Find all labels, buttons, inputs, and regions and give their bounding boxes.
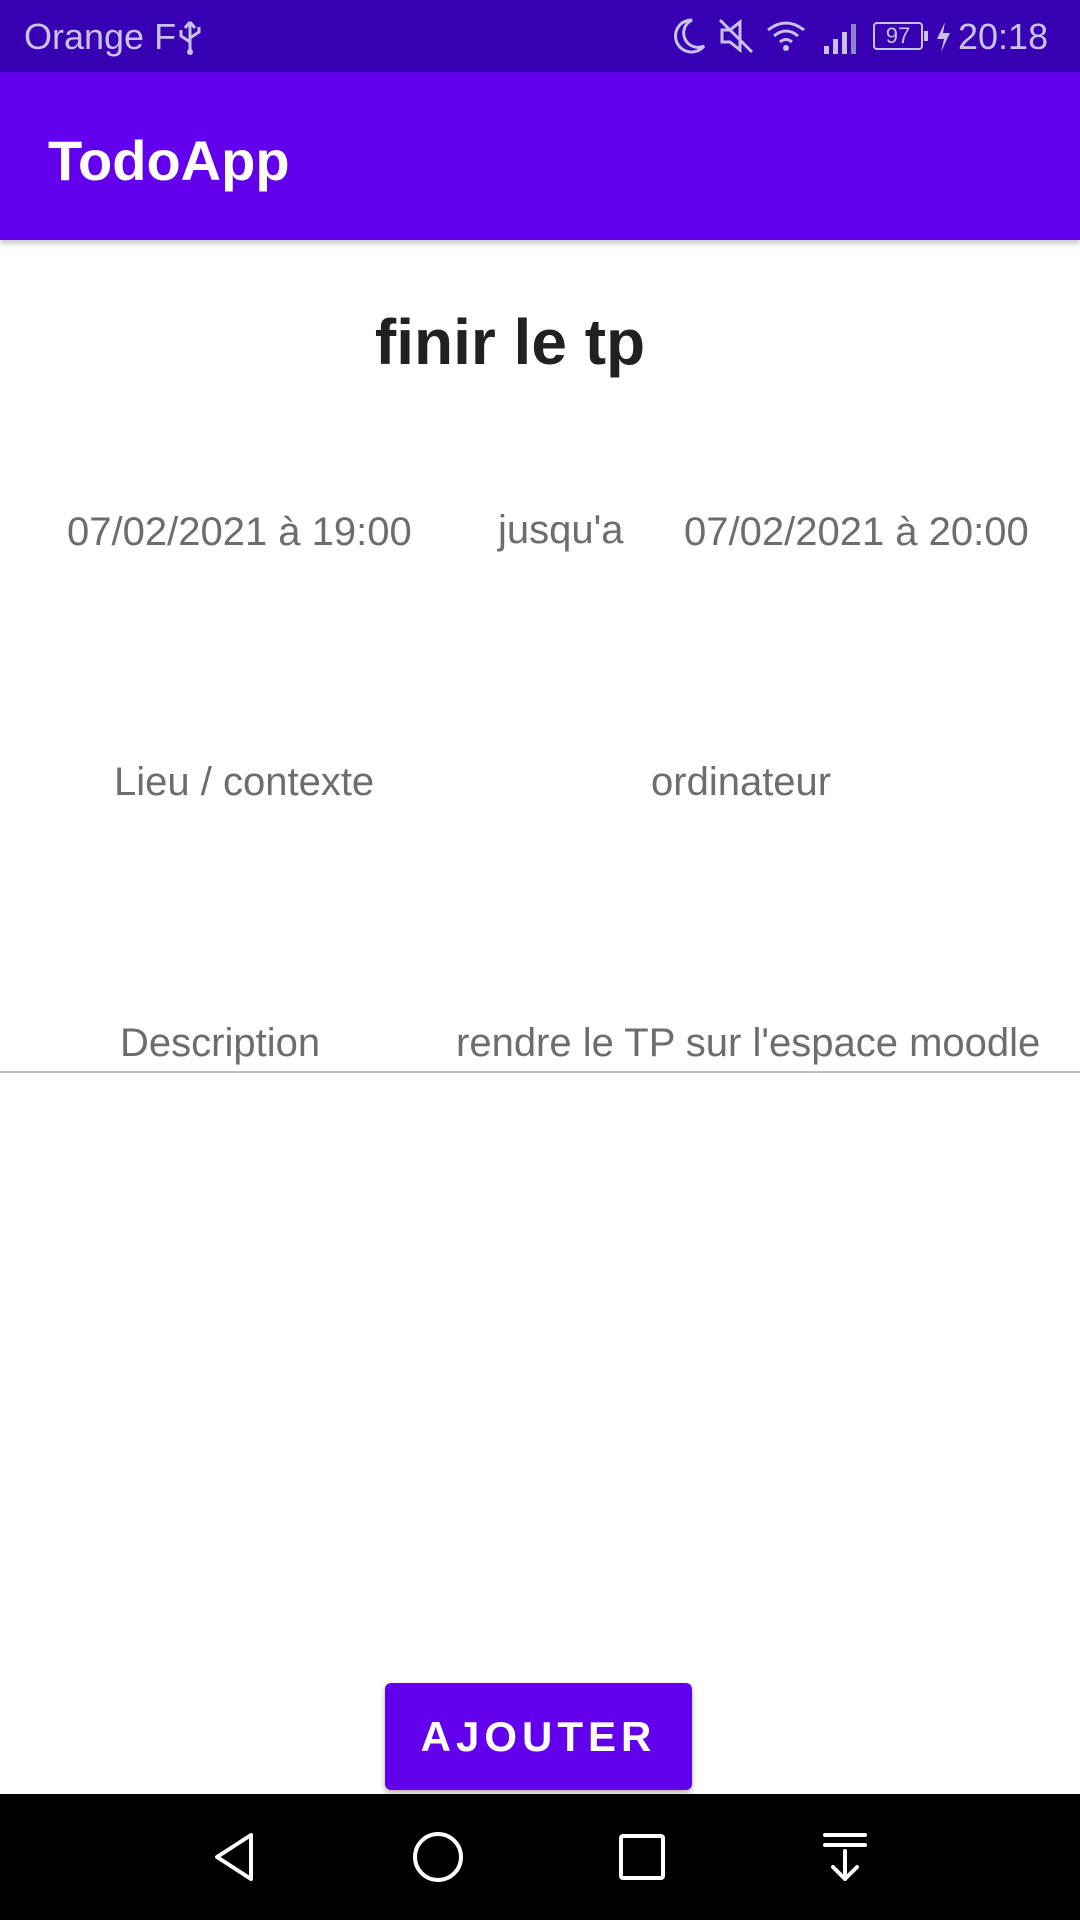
description-underline bbox=[0, 1071, 1080, 1073]
charging-icon bbox=[937, 22, 950, 52]
clock: 20:18 bbox=[958, 16, 1049, 57]
end-datetime[interactable]: 07/02/2021 à 20:00 bbox=[684, 510, 1029, 555]
app-title: TodoApp bbox=[48, 129, 290, 192]
home-icon[interactable] bbox=[408, 1827, 468, 1887]
status-icons: 97 20:18 bbox=[668, 14, 1058, 58]
until-label: jusqu'a bbox=[498, 508, 624, 552]
battery-icon: 97 bbox=[873, 22, 923, 50]
description-label: Description bbox=[120, 1021, 321, 1065]
back-icon[interactable] bbox=[205, 1827, 265, 1887]
carrier-name: Orange F bbox=[24, 16, 177, 57]
app-bar: TodoApp bbox=[0, 72, 1080, 240]
signal-icon bbox=[824, 24, 856, 54]
notification-pull-icon[interactable] bbox=[815, 1827, 875, 1887]
status-bar: Orange F 97 20:18 bbox=[0, 0, 1080, 72]
recents-icon[interactable] bbox=[612, 1827, 672, 1887]
usb-icon bbox=[179, 21, 201, 55]
mute-icon bbox=[718, 18, 754, 54]
moon-icon bbox=[674, 18, 706, 54]
task-title: finir le tp bbox=[374, 306, 646, 378]
add-button[interactable]: AJOUTER bbox=[385, 1683, 692, 1790]
location-value[interactable]: ordinateur bbox=[651, 760, 831, 805]
battery-tip bbox=[924, 31, 928, 41]
navigation-bar bbox=[0, 1794, 1080, 1920]
start-datetime[interactable]: 07/02/2021 à 19:00 bbox=[67, 510, 412, 555]
location-label: Lieu / contexte bbox=[114, 760, 375, 804]
description-value[interactable]: rendre le TP sur l'espace moodle bbox=[456, 1021, 1040, 1066]
wifi-icon bbox=[767, 21, 805, 51]
battery-level: 97 bbox=[885, 23, 911, 48]
